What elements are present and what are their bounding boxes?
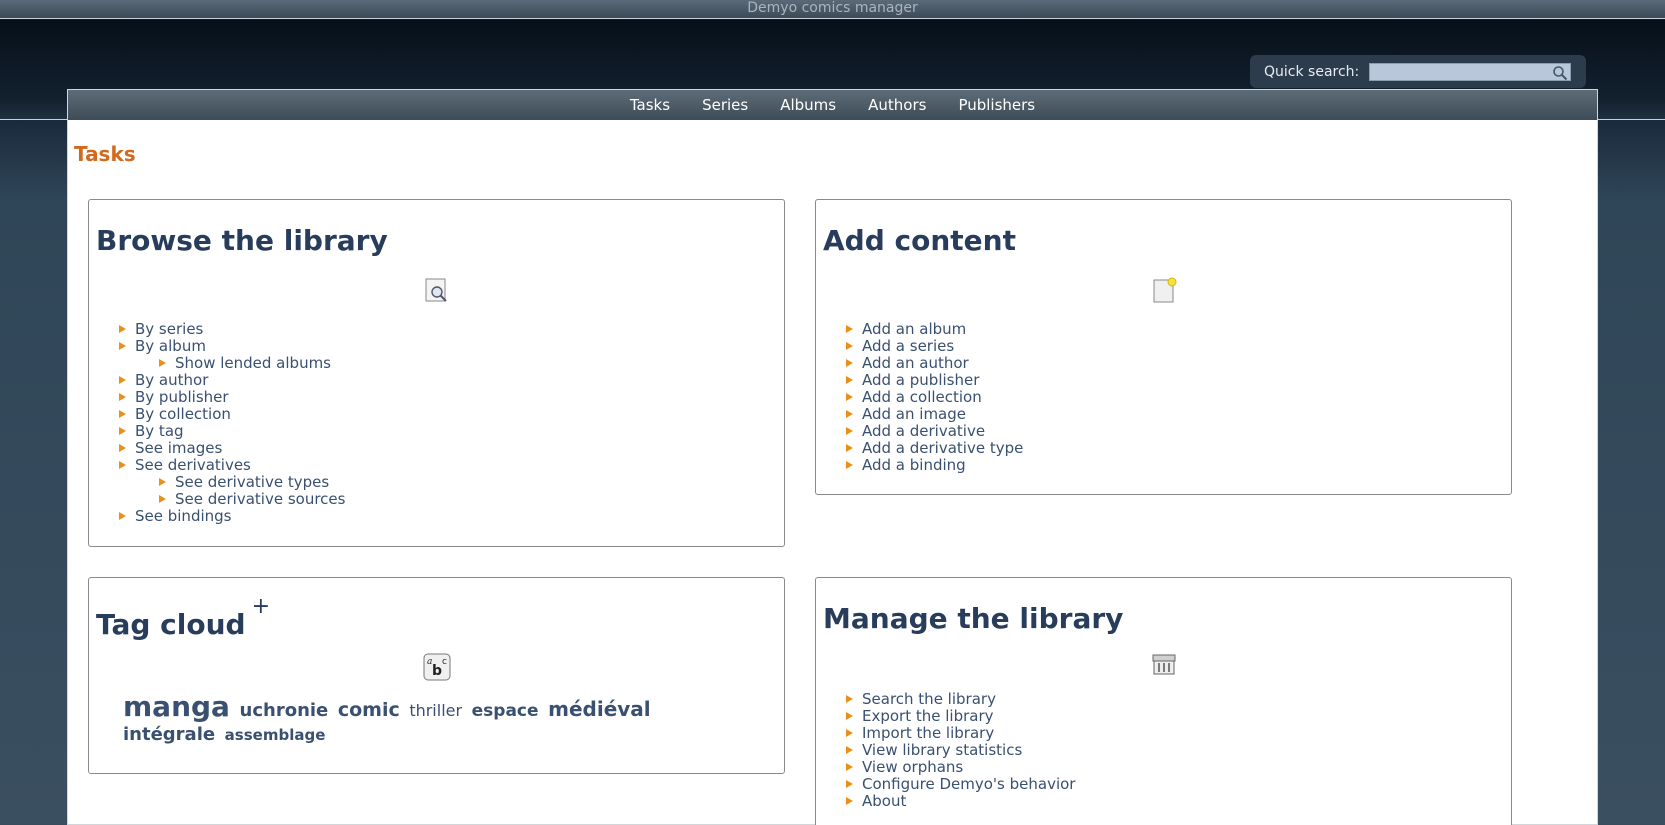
about-link[interactable]: About bbox=[862, 792, 906, 810]
quick-search: Quick search: bbox=[1250, 55, 1586, 88]
list-item[interactable]: View orphans bbox=[846, 759, 1511, 776]
nav-albums[interactable]: Albums bbox=[764, 90, 852, 120]
browse-by-collection-link[interactable]: By collection bbox=[135, 405, 231, 423]
list-item[interactable]: See derivatives bbox=[119, 457, 784, 474]
tag-uchronie[interactable]: uchronie bbox=[240, 700, 329, 721]
list-item[interactable]: View library statistics bbox=[846, 742, 1511, 759]
nav-publishers[interactable]: Publishers bbox=[942, 90, 1051, 120]
tag-cloud-title-text: Tag cloud bbox=[96, 608, 246, 641]
list-item[interactable]: By tag bbox=[119, 423, 784, 440]
nav-authors[interactable]: Authors bbox=[852, 90, 942, 120]
browse-by-tag-link[interactable]: By tag bbox=[135, 422, 184, 440]
add-derivative-link[interactable]: Add a derivative bbox=[862, 422, 985, 440]
add-album-link[interactable]: Add an album bbox=[862, 320, 966, 338]
add-panel: Add content Add an album Add a series Ad… bbox=[815, 199, 1512, 495]
configure-link[interactable]: Configure Demyo's behavior bbox=[862, 775, 1075, 793]
list-item[interactable]: Import the library bbox=[846, 725, 1511, 742]
list-item[interactable]: By author bbox=[119, 372, 784, 389]
search-icon[interactable] bbox=[1552, 65, 1568, 81]
see-derivative-sources-link[interactable]: See derivative sources bbox=[175, 490, 345, 508]
list-item[interactable]: Search the library bbox=[846, 691, 1511, 708]
list-item[interactable]: Add an image bbox=[846, 406, 1511, 423]
import-library-link[interactable]: Import the library bbox=[862, 724, 994, 742]
tag-cloud-title: Tag cloud+ bbox=[96, 594, 784, 641]
show-lended-albums-link[interactable]: Show lended albums bbox=[175, 354, 331, 372]
new-document-icon bbox=[1153, 277, 1176, 303]
browse-by-author-link[interactable]: By author bbox=[135, 371, 208, 389]
tag-medieval[interactable]: médiéval bbox=[548, 697, 651, 721]
add-author-link[interactable]: Add an author bbox=[862, 354, 969, 372]
list-item[interactable]: Add a derivative type bbox=[846, 440, 1511, 457]
list-item[interactable]: Add an author bbox=[846, 355, 1511, 372]
add-binding-link[interactable]: Add a binding bbox=[862, 456, 966, 474]
add-title: Add content bbox=[823, 224, 1016, 257]
add-publisher-link[interactable]: Add a publisher bbox=[862, 371, 979, 389]
browse-panel: Browse the library By series By album Sh… bbox=[88, 199, 785, 547]
export-library-link[interactable]: Export the library bbox=[862, 707, 994, 725]
window-titlebar: Demyo comics manager bbox=[0, 0, 1665, 19]
tag-assemblage[interactable]: assemblage bbox=[225, 726, 326, 744]
list-item[interactable]: About bbox=[846, 793, 1511, 810]
magnifier-document-icon bbox=[425, 278, 447, 302]
list-item[interactable]: See bindings bbox=[119, 508, 784, 525]
library-statistics-link[interactable]: View library statistics bbox=[862, 741, 1022, 759]
quick-search-label: Quick search: bbox=[1264, 63, 1360, 80]
list-item[interactable]: Add a series bbox=[846, 338, 1511, 355]
browse-list: By series By album Show lended albums By… bbox=[119, 321, 784, 525]
list-item[interactable]: Add a derivative bbox=[846, 423, 1511, 440]
tag-espace[interactable]: espace bbox=[472, 701, 539, 721]
manage-title: Manage the library bbox=[823, 602, 1124, 635]
tag-cloud-panel: Tag cloud+ a b c manga uchronie comic th… bbox=[88, 577, 785, 774]
add-list: Add an album Add a series Add an author … bbox=[846, 321, 1511, 474]
list-item[interactable]: Add an album bbox=[846, 321, 1511, 338]
main-nav: Tasks Series Albums Authors Publishers bbox=[68, 90, 1597, 120]
svg-text:b: b bbox=[432, 663, 442, 679]
list-item[interactable]: Add a publisher bbox=[846, 372, 1511, 389]
add-series-link[interactable]: Add a series bbox=[862, 337, 954, 355]
page-title: Tasks bbox=[74, 142, 136, 166]
see-bindings-link[interactable]: See bindings bbox=[135, 507, 231, 525]
list-item[interactable]: By publisher bbox=[119, 389, 784, 406]
view-orphans-link[interactable]: View orphans bbox=[862, 758, 963, 776]
list-item[interactable]: Show lended albums bbox=[159, 355, 784, 372]
list-item[interactable]: By series bbox=[119, 321, 784, 338]
list-item[interactable]: See images bbox=[119, 440, 784, 457]
list-item[interactable]: See derivative types bbox=[159, 474, 784, 491]
add-tag-button[interactable]: + bbox=[252, 594, 270, 619]
svg-text:c: c bbox=[442, 657, 447, 667]
manage-list: Search the library Export the library Im… bbox=[846, 691, 1511, 810]
browse-by-album-link[interactable]: By album bbox=[135, 337, 206, 355]
abc-text-icon: a b c bbox=[423, 653, 450, 681]
add-derivative-type-link[interactable]: Add a derivative type bbox=[862, 439, 1023, 457]
nav-tasks[interactable]: Tasks bbox=[614, 90, 686, 120]
content-page: Tasks Series Albums Authors Publishers T… bbox=[67, 89, 1598, 825]
browse-by-publisher-link[interactable]: By publisher bbox=[135, 388, 229, 406]
quick-search-input[interactable] bbox=[1370, 66, 1571, 83]
tag-thriller[interactable]: thriller bbox=[409, 701, 462, 720]
add-image-link[interactable]: Add an image bbox=[862, 405, 966, 423]
tag-cloud: manga uchronie comic thriller espace méd… bbox=[123, 693, 723, 747]
window-title: Demyo comics manager bbox=[747, 0, 918, 16]
nav-series[interactable]: Series bbox=[686, 90, 764, 120]
list-item[interactable]: By album bbox=[119, 338, 784, 355]
tag-manga[interactable]: manga bbox=[123, 690, 230, 723]
tag-comic[interactable]: comic bbox=[338, 699, 400, 721]
see-images-link[interactable]: See images bbox=[135, 439, 222, 457]
add-collection-link[interactable]: Add a collection bbox=[862, 388, 982, 406]
list-item[interactable]: Add a binding bbox=[846, 457, 1511, 474]
list-item[interactable]: Add a collection bbox=[846, 389, 1511, 406]
quick-search-field[interactable] bbox=[1369, 62, 1572, 83]
search-library-link[interactable]: Search the library bbox=[862, 690, 996, 708]
see-derivatives-link[interactable]: See derivatives bbox=[135, 456, 251, 474]
browse-title: Browse the library bbox=[96, 224, 388, 257]
list-item[interactable]: By collection bbox=[119, 406, 784, 423]
manage-panel: Manage the library Search the library Ex… bbox=[815, 577, 1512, 825]
tag-integrale[interactable]: intégrale bbox=[123, 724, 215, 745]
see-derivative-types-link[interactable]: See derivative types bbox=[175, 473, 329, 491]
list-item[interactable]: Export the library bbox=[846, 708, 1511, 725]
list-item[interactable]: Configure Demyo's behavior bbox=[846, 776, 1511, 793]
browse-by-series-link[interactable]: By series bbox=[135, 320, 203, 338]
cabinet-icon bbox=[1152, 654, 1175, 675]
list-item[interactable]: See derivative sources bbox=[159, 491, 784, 508]
